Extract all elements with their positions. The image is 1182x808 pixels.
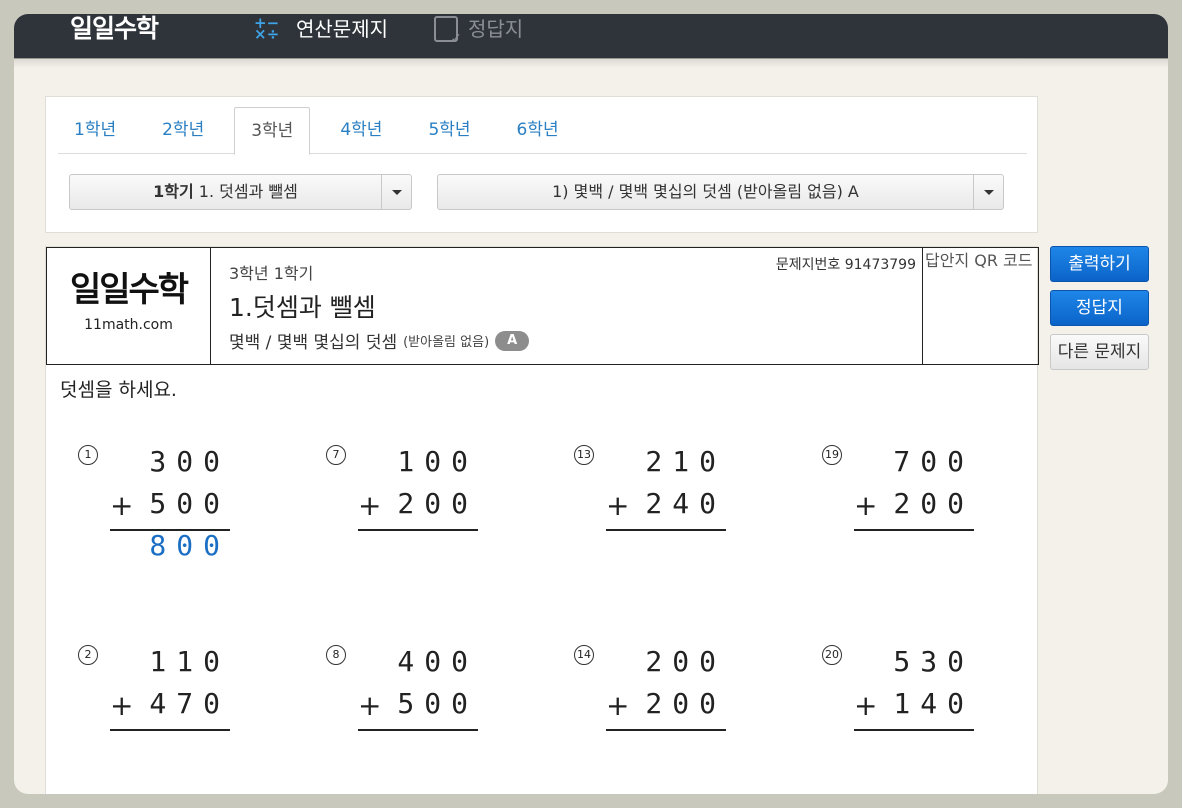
worksheet-chapter: 1.덧셈과 뺄셈 bbox=[229, 293, 376, 322]
problem-operand-b: 470 bbox=[110, 687, 230, 731]
problem-item: 8 400 +500 bbox=[326, 645, 486, 794]
instruction-text: 덧셈을 하세요. bbox=[60, 379, 177, 401]
other-worksheet-button[interactable]: 다른 문제지 bbox=[1050, 334, 1149, 370]
problem-item: 1 300 +500 800 bbox=[78, 445, 238, 595]
problem-number: 19 bbox=[822, 445, 842, 465]
unit-select-text: 1. 덧셈과 뺄셈 bbox=[193, 182, 298, 201]
answer-sheet-button[interactable]: 정답지 bbox=[1050, 290, 1149, 326]
problem-operand-b: 200 bbox=[358, 487, 478, 531]
problem-operand-a: 300 bbox=[149, 445, 230, 478]
problem-item: 7 100 +200 bbox=[326, 445, 486, 595]
problem-item: 2 110 +470 bbox=[78, 645, 238, 794]
problem-number: 2 bbox=[78, 645, 98, 665]
worksheet-subtitle-row: 몇백 / 몇백 몇십의 덧셈 (받아올림 없음) A bbox=[229, 328, 530, 353]
worksheet-grade: 3학년 1학기 bbox=[229, 264, 314, 283]
tab-grade-4[interactable]: 4학년 bbox=[324, 107, 398, 154]
problem-operand-a: 400 bbox=[397, 645, 478, 678]
problem-item: 20 530 +140 bbox=[822, 645, 982, 794]
problem-number: 7 bbox=[326, 445, 346, 465]
problem-item: 19 700 +200 bbox=[822, 445, 982, 595]
tab-grade-3[interactable]: 3학년 bbox=[234, 107, 311, 155]
tab-grade-2[interactable]: 2학년 bbox=[146, 107, 220, 154]
problem-operand-b: 200 bbox=[606, 687, 726, 731]
problem-operand-a: 210 bbox=[645, 445, 726, 478]
problem-number: 8 bbox=[326, 645, 346, 665]
nav-answer-label: 정답지 bbox=[468, 17, 524, 41]
app-frame: 일일수학 +−×÷ 연산문제지 정답지 1학년 2학년 3학년 4학년 5학년 … bbox=[14, 14, 1168, 794]
problem-number: 14 bbox=[574, 645, 594, 665]
problem-item: 13 210 +240 bbox=[574, 445, 734, 595]
problem-operand-a: 700 bbox=[893, 445, 974, 478]
worksheet-url: 11math.com bbox=[84, 317, 173, 333]
problem-operand-b: 500 bbox=[110, 487, 230, 531]
problem-operand-b: 240 bbox=[606, 487, 726, 531]
chevron-down-icon[interactable] bbox=[973, 175, 1003, 209]
torn-edge-divider bbox=[14, 58, 1168, 68]
nav-calc-label: 연산문제지 bbox=[296, 17, 388, 41]
problem-number: 1 bbox=[78, 445, 98, 465]
level-badge: A bbox=[495, 330, 530, 351]
problem-operand-a: 530 bbox=[893, 645, 974, 678]
grade-selector-panel: 1학년 2학년 3학년 4학년 5학년 6학년 1학기 1. 덧셈과 뺄셈 1)… bbox=[45, 96, 1038, 233]
unit-select-semester: 1학기 bbox=[153, 182, 194, 201]
worksheet-subtitle-note: (받아올림 없음) bbox=[403, 335, 490, 350]
problem-operand-a: 110 bbox=[149, 645, 230, 678]
worksheet-info: 3학년 1학기 1.덧셈과 뺄셈 몇백 / 몇백 몇십의 덧셈 (받아올림 없음… bbox=[229, 260, 530, 353]
print-button[interactable]: 출력하기 bbox=[1050, 246, 1149, 282]
problem-operand-b: 140 bbox=[854, 687, 974, 731]
worksheet-header: 일일수학 11math.com 3학년 1학기 1.덧셈과 뺄셈 몇백 / 몇백… bbox=[46, 247, 1039, 365]
grade-tabs: 1학년 2학년 3학년 4학년 5학년 6학년 bbox=[58, 107, 1027, 155]
type-select-text: 1) 몇백 / 몇백 몇십의 덧셈 (받아올림 없음) A bbox=[552, 182, 859, 201]
problem-operand-a: 100 bbox=[397, 445, 478, 478]
problem-answer: 800 bbox=[149, 529, 230, 562]
problem-operand-b: 500 bbox=[358, 687, 478, 731]
calc-operators-icon: +− ×÷ bbox=[254, 14, 280, 43]
tab-grade-1[interactable]: 1학년 bbox=[58, 107, 132, 154]
site-logo[interactable]: 일일수학 bbox=[70, 14, 159, 44]
problem-number: 13 bbox=[574, 445, 594, 465]
unit-select[interactable]: 1학기 1. 덧셈과 뺄셈 bbox=[69, 174, 412, 210]
problem-item: 14 200 +200 bbox=[574, 645, 734, 794]
type-select[interactable]: 1) 몇백 / 몇백 몇십의 덧셈 (받아올림 없음) A bbox=[437, 174, 1004, 210]
problem-number: 20 bbox=[822, 645, 842, 665]
tab-grade-6[interactable]: 6학년 bbox=[501, 107, 575, 154]
worksheet-logo-cell: 일일수학 11math.com bbox=[47, 248, 211, 364]
sheet-number: 문제지번호 91473799 bbox=[775, 257, 916, 273]
nav-answer-sheet[interactable]: 정답지 bbox=[434, 14, 524, 46]
nav-calc-worksheet[interactable]: +− ×÷ 연산문제지 bbox=[254, 14, 388, 44]
worksheet-logo: 일일수학 bbox=[69, 270, 189, 310]
worksheet-subtitle: 몇백 / 몇백 몇십의 덧셈 bbox=[229, 333, 398, 353]
answer-qr-code: 답안지 QR 코드 bbox=[922, 248, 1038, 364]
answer-doc-icon bbox=[434, 16, 462, 46]
problem-operand-b: 200 bbox=[854, 487, 974, 531]
top-navbar: 일일수학 +−×÷ 연산문제지 정답지 bbox=[14, 14, 1168, 60]
tab-grade-5[interactable]: 5학년 bbox=[412, 107, 486, 154]
problem-operand-a: 200 bbox=[645, 645, 726, 678]
chevron-down-icon[interactable] bbox=[381, 175, 411, 209]
worksheet: 일일수학 11math.com 3학년 1학기 1.덧셈과 뺄셈 몇백 / 몇백… bbox=[45, 246, 1039, 794]
